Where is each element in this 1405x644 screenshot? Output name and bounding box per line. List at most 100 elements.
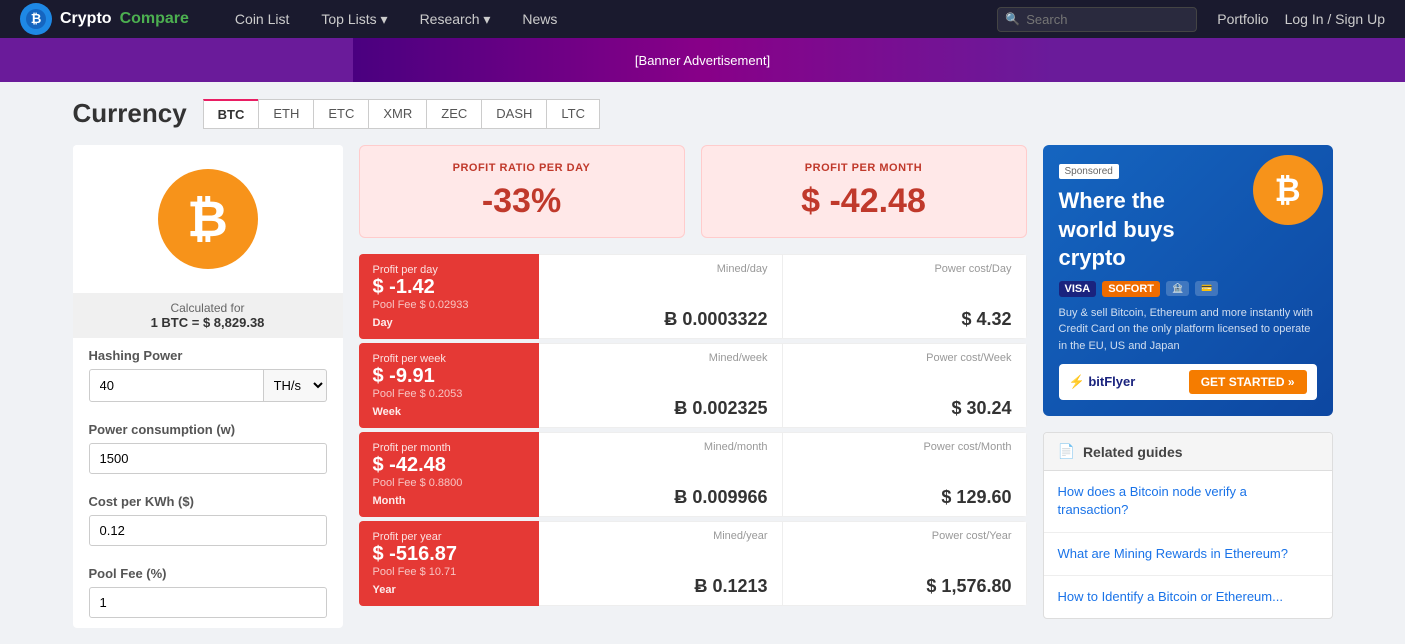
brand-logo[interactable]: ₿ CryptoCompare (20, 3, 189, 35)
search-wrap: 🔍 (997, 7, 1197, 32)
right-panel: ₿ Sponsored Where the world buys crypto … (1043, 145, 1333, 628)
power-label-day: Power cost/Day (797, 263, 1012, 275)
power-value-week: $ 30.24 (797, 398, 1012, 419)
data-cell-right-year: Power cost/Year $ 1,576.80 (783, 521, 1027, 606)
bitflyer-logo: ⚡ bitFlyer (1069, 374, 1136, 390)
data-cell-left-day: Profit per day $ -1.42 Pool Fee $ 0.0293… (359, 254, 539, 339)
banner-strip: [Banner Advertisement] (0, 38, 1405, 82)
power-value-month: $ 129.60 (797, 487, 1012, 508)
power-consumption-label: Power consumption (w) (89, 422, 327, 437)
calculated-for: Calculated for 1 BTC = $ 8,829.38 (73, 293, 343, 338)
search-icon: 🔍 (1005, 12, 1020, 26)
bitflyer-bar: ⚡ bitFlyer GET STARTED » (1059, 364, 1317, 400)
mined-label-week: Mined/week (553, 352, 768, 364)
mined-value-day: Ƀ 0.0003322 (553, 309, 768, 330)
mined-label-month: Mined/month (553, 441, 768, 453)
brand-text-compare: Compare (120, 10, 189, 28)
data-cell-left-year: Profit per year $ -516.87 Pool Fee $ 10.… (359, 521, 539, 606)
payment-logo-4: 💳 (1195, 281, 1218, 296)
pool-fee-year: Pool Fee $ 10.71 (373, 566, 525, 578)
hashing-power-row: TH/s GH/s (89, 369, 327, 402)
profit-value-day: $ -1.42 (373, 276, 525, 299)
mined-value-year: Ƀ 0.1213 (553, 576, 768, 597)
profit-ratio-value: -33% (380, 182, 664, 221)
related-guides-title: Related guides (1083, 444, 1183, 460)
document-icon: 📄 (1058, 443, 1075, 460)
cost-per-kwh-input[interactable] (89, 515, 327, 546)
data-cell-mid-day: Mined/day Ƀ 0.0003322 (539, 254, 783, 339)
summary-row: PROFIT RATIO PER DAY -33% PROFIT PER MON… (359, 145, 1027, 238)
data-cell-right-month: Power cost/Month $ 129.60 (783, 432, 1027, 517)
power-label-year: Power cost/Year (797, 530, 1012, 542)
guide-item-2[interactable]: How to Identify a Bitcoin or Ethereum... (1044, 576, 1332, 618)
tab-ltc[interactable]: LTC (546, 99, 600, 129)
brand-icon: ₿ (20, 3, 52, 35)
left-panel: ₿ Calculated for 1 BTC = $ 8,829.38 Hash… (73, 145, 343, 628)
profit-month-label: PROFIT PER MONTH (722, 162, 1006, 174)
data-cell-mid-month: Mined/month Ƀ 0.009966 (539, 432, 783, 517)
power-consumption-group: Power consumption (w) (73, 412, 343, 484)
guide-item-0[interactable]: How does a Bitcoin node verify a transac… (1044, 471, 1332, 532)
tab-zec[interactable]: ZEC (426, 99, 481, 129)
power-label-week: Power cost/Week (797, 352, 1012, 364)
nav-research[interactable]: Research ▾ (404, 0, 507, 38)
mined-label-day: Mined/day (553, 263, 768, 275)
guide-item-1[interactable]: What are Mining Rewards in Ethereum? (1044, 533, 1332, 576)
cost-per-kwh-group: Cost per KWh ($) (73, 484, 343, 556)
profit-label-year: Profit per year (373, 531, 525, 543)
tab-dash[interactable]: DASH (481, 99, 546, 129)
nav-top-lists[interactable]: Top Lists ▾ (305, 0, 403, 38)
portfolio-link[interactable]: Portfolio (1217, 11, 1268, 27)
tab-btc[interactable]: BTC (203, 99, 259, 129)
power-value-year: $ 1,576.80 (797, 576, 1012, 597)
nav-coin-list[interactable]: Coin List (219, 0, 305, 38)
hashing-power-unit-select[interactable]: TH/s GH/s (264, 369, 327, 402)
banner-image: [Banner Advertisement] (353, 38, 1053, 82)
page-container: Currency BTC ETH ETC XMR ZEC DASH LTC ₿ … (53, 82, 1353, 644)
currency-header: Currency BTC ETH ETC XMR ZEC DASH LTC (73, 98, 1333, 129)
data-row-month: Profit per month $ -42.48 Pool Fee $ 0.8… (359, 432, 1027, 517)
hashing-power-label: Hashing Power (89, 348, 327, 363)
pool-fee-week: Pool Fee $ 0.2053 (373, 388, 525, 400)
data-cell-left-month: Profit per month $ -42.48 Pool Fee $ 0.8… (359, 432, 539, 517)
navbar: ₿ CryptoCompare Coin List Top Lists ▾ Re… (0, 0, 1405, 38)
profit-month-card: PROFIT PER MONTH $ -42.48 (701, 145, 1027, 238)
hashing-power-input[interactable] (89, 369, 264, 402)
hashing-power-group: Hashing Power TH/s GH/s (73, 338, 343, 412)
ad-title: Where the world buys crypto (1059, 187, 1219, 273)
calculated-for-value: 1 BTC = $ 8,829.38 (81, 315, 335, 330)
cost-per-kwh-label: Cost per KWh ($) (89, 494, 327, 509)
nav-news[interactable]: News (506, 0, 573, 38)
period-tag-year: Year (373, 584, 525, 596)
middle-panel: PROFIT RATIO PER DAY -33% PROFIT PER MON… (359, 145, 1027, 628)
data-row-year: Profit per year $ -516.87 Pool Fee $ 10.… (359, 521, 1027, 606)
btc-ad-icon: ₿ (1253, 155, 1323, 225)
mined-value-week: Ƀ 0.002325 (553, 398, 768, 419)
mined-value-month: Ƀ 0.009966 (553, 487, 768, 508)
pool-fee-month: Pool Fee $ 0.8800 (373, 477, 525, 489)
currency-tabs: BTC ETH ETC XMR ZEC DASH LTC (203, 99, 600, 129)
tab-etc[interactable]: ETC (313, 99, 368, 129)
data-cell-right-day: Power cost/Day $ 4.32 (783, 254, 1027, 339)
period-tag-week: Week (373, 406, 525, 418)
pool-fee-label: Pool Fee (%) (89, 566, 327, 581)
ad-logos: VISA SOFORT 🏦 💳 (1059, 281, 1317, 297)
search-input[interactable] (997, 7, 1197, 32)
power-consumption-input[interactable] (89, 443, 327, 474)
guides-list: How does a Bitcoin node verify a transac… (1044, 471, 1332, 618)
pool-fee-group: Pool Fee (%) (73, 556, 343, 628)
related-guides-header: 📄 Related guides (1044, 433, 1332, 471)
power-label-month: Power cost/Month (797, 441, 1012, 453)
profit-label-day: Profit per day (373, 264, 525, 276)
tab-eth[interactable]: ETH (258, 99, 313, 129)
profit-ratio-card: PROFIT RATIO PER DAY -33% (359, 145, 685, 238)
get-started-button[interactable]: GET STARTED » (1189, 370, 1307, 394)
tab-xmr[interactable]: XMR (368, 99, 426, 129)
visa-logo: VISA (1059, 281, 1097, 297)
btc-circle-icon: ₿ (158, 169, 258, 269)
data-cell-mid-week: Mined/week Ƀ 0.002325 (539, 343, 783, 428)
pool-fee-input[interactable] (89, 587, 327, 618)
login-link[interactable]: Log In / Sign Up (1285, 11, 1385, 27)
mined-label-year: Mined/year (553, 530, 768, 542)
pool-fee-day: Pool Fee $ 0.02933 (373, 299, 525, 311)
